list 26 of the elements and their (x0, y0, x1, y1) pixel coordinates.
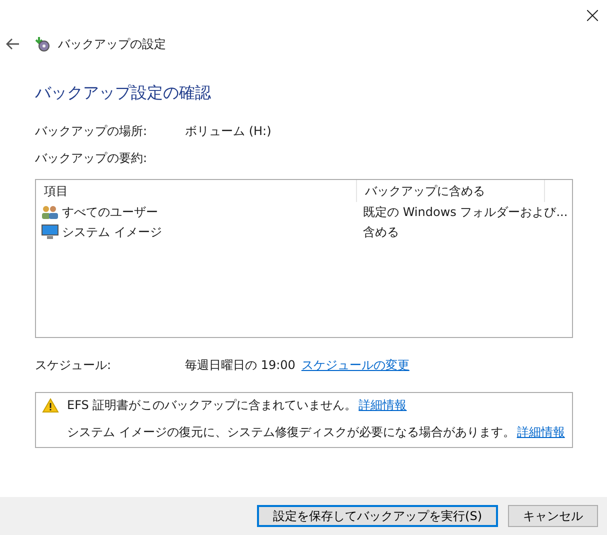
field-label: バックアップの場所: (35, 122, 148, 140)
backup-drive-icon (34, 36, 50, 52)
notice-text: EFS 証明書がこのバックアップに含まれていません。 (67, 397, 357, 414)
schedule-value: 毎週日曜日の 19:00 (185, 356, 296, 374)
notice-text: システム イメージの復元に、システム修復ディスクが必要になる場合があります。 (67, 424, 515, 441)
details-link[interactable]: 詳細情報 (358, 397, 407, 414)
details-link[interactable]: 詳細情報 (516, 424, 565, 441)
change-schedule-link[interactable]: スケジュールの変更 (301, 356, 410, 374)
close-icon[interactable] (586, 10, 598, 20)
table-cell: すべてのユーザー (62, 204, 158, 220)
field-value: ボリューム (H:) (185, 122, 272, 140)
column-header[interactable]: 項目 (36, 180, 357, 202)
table-cell-text: 含める (362, 224, 400, 240)
schedule-label: スケジュール: (35, 356, 112, 374)
window-title: バックアップの設定 (58, 36, 166, 52)
page-heading: バックアップ設定の確認 (35, 83, 212, 104)
cancel-button[interactable]: キャンセル (508, 505, 598, 527)
table-cell: システム イメージ (62, 224, 162, 240)
warning-icon (42, 398, 59, 413)
back-arrow-icon[interactable] (6, 38, 20, 50)
users-icon (41, 204, 59, 220)
save-and-run-button[interactable]: 設定を保存してバックアップを実行(S) (257, 505, 498, 527)
monitor-icon (41, 224, 59, 240)
table-cell-text: 既定の Windows フォルダーおよび... (362, 204, 569, 220)
summary-label: バックアップの要約: (35, 150, 148, 166)
column-header[interactable]: バックアップに含める (357, 180, 545, 202)
